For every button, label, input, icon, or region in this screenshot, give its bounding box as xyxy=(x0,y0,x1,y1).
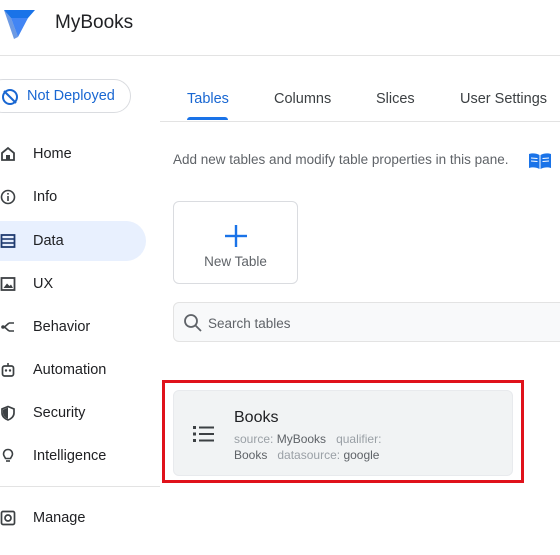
sidebar-item-label: Intelligence xyxy=(33,448,107,464)
sidebar-item-automation[interactable]: Automation xyxy=(0,350,146,390)
table-meta-line-1: source: MyBooks qualifier: xyxy=(234,432,381,446)
active-tab-indicator xyxy=(187,117,228,120)
manage-icon xyxy=(0,510,16,526)
source-label: source: xyxy=(234,432,274,446)
not-deployed-icon xyxy=(2,89,18,105)
tab-user-settings[interactable]: User Settings xyxy=(460,91,547,107)
deploy-status-label: Not Deployed xyxy=(27,88,115,104)
sidebar-item-behavior[interactable]: Behavior xyxy=(0,307,146,347)
new-table-button[interactable]: New Table xyxy=(173,201,298,284)
sidebar-item-label: Info xyxy=(33,189,58,205)
table-name: Books xyxy=(234,409,279,426)
home-icon xyxy=(1,146,15,161)
sidebar-item-label: Data xyxy=(33,233,64,249)
tab-tables[interactable]: Tables xyxy=(187,91,229,107)
appsheet-logo-icon[interactable] xyxy=(2,6,36,40)
pane-hint-text: Add new tables and modify table properti… xyxy=(173,152,509,167)
search-tables-field xyxy=(173,302,560,342)
datasource-value: google xyxy=(343,448,380,462)
list-icon xyxy=(193,426,214,442)
app-name: MyBooks xyxy=(55,12,134,33)
sidebar-item-label: Manage xyxy=(33,510,86,526)
qualifier-value: Books xyxy=(234,448,268,462)
app-header: MyBooks xyxy=(0,0,560,56)
tab-bar: Tables Columns Slices User Settings xyxy=(160,56,560,122)
new-table-label: New Table xyxy=(204,254,267,269)
source-value: MyBooks xyxy=(276,432,327,446)
robot-icon xyxy=(1,363,15,377)
sidebar-item-manage[interactable]: Manage xyxy=(0,498,146,538)
tab-slices[interactable]: Slices xyxy=(376,91,415,107)
sidebar-item-security[interactable]: Security xyxy=(0,393,146,433)
sidebar-item-label: Security xyxy=(33,405,86,421)
shield-icon xyxy=(1,405,15,421)
table-card-books[interactable]: Books source: MyBooks qualifier: Books d… xyxy=(173,390,513,476)
qualifier-label: qualifier: xyxy=(336,432,382,446)
sidebar-item-label: Automation xyxy=(33,362,107,378)
sidebar-item-ux[interactable]: UX xyxy=(0,264,146,304)
info-icon xyxy=(0,189,16,205)
sidebar-item-label: UX xyxy=(33,276,54,292)
datasource-label: datasource: xyxy=(277,448,341,462)
search-input[interactable] xyxy=(208,312,548,334)
sidebar-item-info[interactable]: Info xyxy=(0,177,146,217)
book-icon[interactable] xyxy=(528,151,552,171)
lightbulb-icon xyxy=(2,448,14,462)
tab-columns[interactable]: Columns xyxy=(274,91,331,107)
sidebar-item-intelligence[interactable]: Intelligence xyxy=(0,436,146,476)
sidebar-divider xyxy=(0,486,160,487)
sidebar-item-label: Behavior xyxy=(33,319,91,335)
data-icon xyxy=(0,234,16,248)
ux-icon xyxy=(0,277,16,291)
behavior-icon xyxy=(1,322,14,332)
deploy-status-button[interactable]: Not Deployed xyxy=(0,79,131,113)
sidebar-item-home[interactable]: Home xyxy=(0,134,146,174)
search-icon xyxy=(184,314,202,332)
plus-icon xyxy=(225,225,247,247)
table-meta-line-2: Books datasource: google xyxy=(234,448,379,462)
sidebar-item-data[interactable]: Data xyxy=(0,221,146,261)
sidebar-item-label: Home xyxy=(33,146,72,162)
